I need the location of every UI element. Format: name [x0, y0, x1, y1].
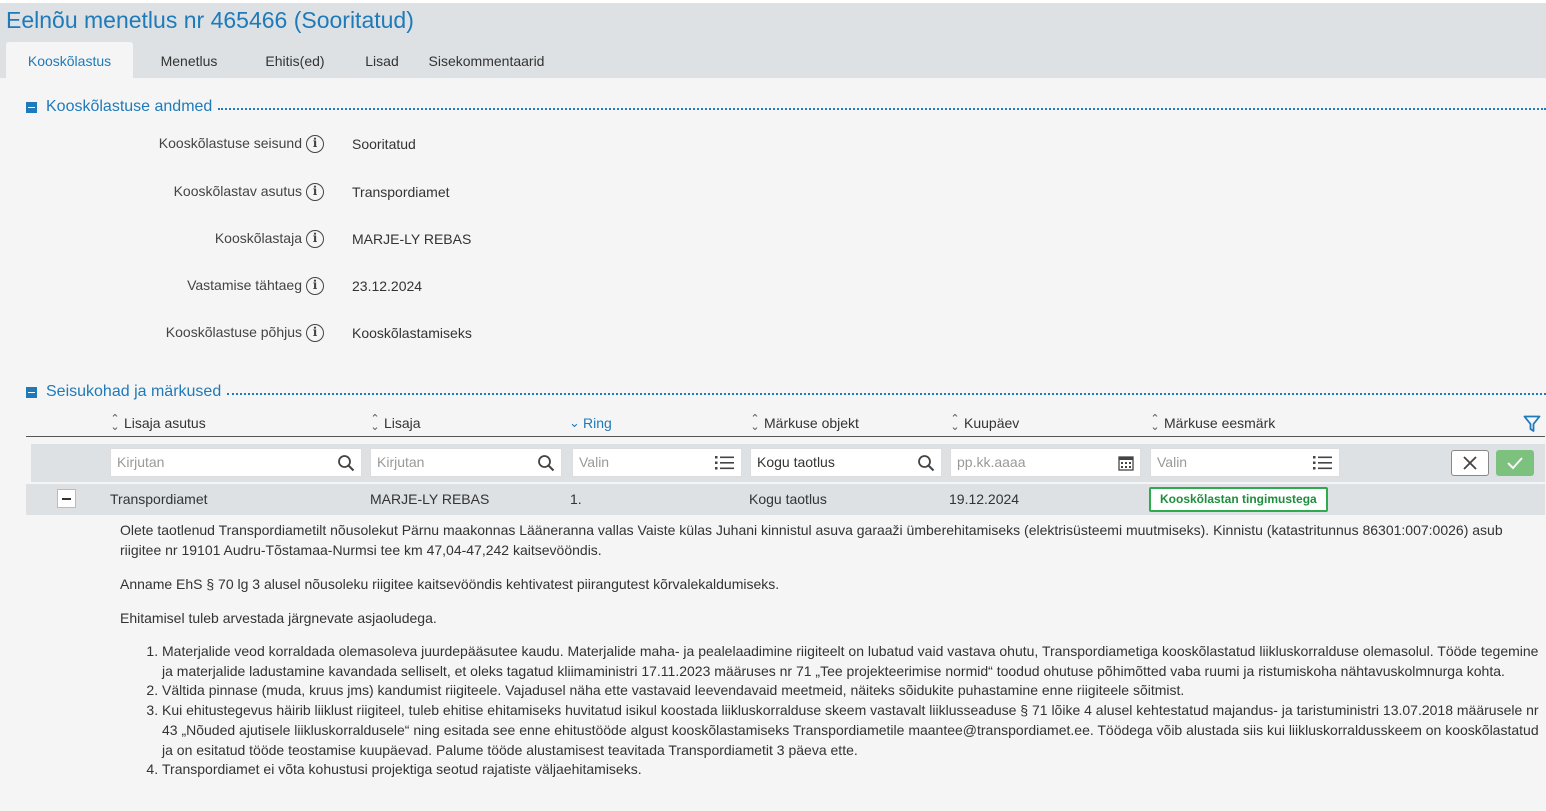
details-section-header: Kooskõlastuse andmed [26, 97, 1546, 117]
status-badge: Kooskõlastan tingimustega [1149, 487, 1328, 512]
list-item: Transpordiamet ei võta kohustusi projekt… [162, 760, 1540, 780]
list-item: Vältida pinnase (muda, kruus jms) kandum… [162, 681, 1540, 701]
cell-ring: 1. [570, 491, 582, 507]
column-header-ring[interactable]: ⌄ Ring [569, 414, 612, 432]
sort-icon: ⌃ ⌄ [1150, 413, 1160, 433]
field-value: MARJE-LY REBAS [352, 231, 472, 247]
column-label: Kuupäev [964, 415, 1020, 431]
placeholder: Valin [1157, 454, 1188, 470]
column-label: Märkuse eesmärk [1164, 415, 1276, 431]
field-value: Kooskõlastamiseks [352, 325, 472, 341]
collapse-row-button[interactable] [57, 489, 76, 508]
list-icon [1313, 456, 1332, 470]
field-label: Kooskõlastuse põhjus [165, 324, 302, 340]
cell-kuupaev: 19.12.2024 [949, 491, 1020, 507]
field-label: Kooskõlastaja [214, 230, 302, 246]
filter-lisaja-input[interactable]: Kirjutan [370, 448, 562, 477]
sort-icon: ⌃ ⌄ [370, 413, 380, 433]
placeholder: Valin [579, 454, 610, 470]
info-circle-icon[interactable]: i [306, 135, 324, 153]
list-icon [715, 456, 734, 470]
comment-list: Materjalide veod korraldada olemasoleva … [162, 642, 1540, 780]
tab-sisekommentaarid[interactable]: Sisekommentaarid [419, 42, 554, 81]
comment-paragraph: Anname EhS § 70 lg 3 alusel nõusoleku ri… [120, 576, 780, 592]
search-icon[interactable] [917, 454, 935, 472]
column-label: Lisaja [384, 415, 421, 431]
clear-filters-button[interactable] [1451, 450, 1489, 476]
search-icon[interactable] [537, 454, 555, 472]
field-label: Kooskõlastav asutus [173, 183, 302, 199]
list-item: Materjalide veod korraldada olemasoleva … [162, 642, 1540, 681]
filter-value: Kogu taotlus [757, 454, 835, 470]
tab-bar: Kooskõlastus Menetlus Ehitis(ed) Lisad S… [6, 42, 554, 81]
details-section-title: Kooskõlastuse andmed [46, 98, 213, 115]
collapse-remarks-icon[interactable] [26, 386, 37, 398]
info-circle-icon[interactable]: i [306, 183, 324, 201]
field-label: Vastamise tähtaeg [187, 277, 302, 293]
filter-asutus-input[interactable]: Kirjutan [110, 448, 362, 477]
cell-lisaja: MARJE-LY REBAS [370, 491, 490, 507]
filter-objekt-input[interactable]: Kogu taotlus [750, 448, 942, 477]
field-value: Transpordiamet [352, 184, 450, 200]
placeholder: Kirjutan [117, 454, 165, 470]
apply-filters-button[interactable] [1496, 450, 1534, 476]
column-header-objekt[interactable]: ⌃ ⌄ Märkuse objekt [750, 413, 859, 433]
info-circle-icon[interactable]: i [306, 324, 324, 342]
tab-kooskolastus[interactable]: Kooskõlastus [6, 42, 133, 81]
filter-eesmark-select[interactable]: Valin [1150, 448, 1340, 477]
tab-menetlus[interactable]: Menetlus [133, 42, 245, 81]
field-pohjus: Kooskõlastuse põhjus i Kooskõlastamiseks [0, 322, 800, 346]
field-kooskolastaja: Kooskõlastaja i MARJE-LY REBAS [0, 228, 800, 252]
cell-objekt: Kogu taotlus [749, 491, 827, 507]
tab-lisad[interactable]: Lisad [345, 42, 419, 81]
filter-kuupaev-input[interactable]: pp.kk.aaaa [950, 448, 1141, 477]
field-value: 23.12.2024 [352, 278, 423, 294]
filter-icon[interactable] [1523, 415, 1541, 433]
remarks-section-header: Seisukohad ja märkused [26, 382, 1546, 402]
chevron-down-icon: ⌄ [569, 415, 580, 430]
header-bar: Eelnõu menetlus nr 465466 (Sooritatud) K… [0, 0, 1546, 81]
column-header-eesmark[interactable]: ⌃ ⌄ Märkuse eesmärk [1150, 413, 1276, 433]
info-circle-icon[interactable]: i [306, 230, 324, 248]
list-item: Kui ehitustegevus häirib liiklust riigit… [162, 701, 1540, 760]
placeholder: pp.kk.aaaa [957, 454, 1026, 470]
tab-ehitised[interactable]: Ehitis(ed) [245, 42, 345, 81]
search-icon[interactable] [337, 454, 355, 472]
column-label: Ring [583, 415, 612, 431]
section-divider [218, 108, 1546, 110]
filter-ring-select[interactable]: Valin [572, 448, 742, 477]
check-icon [1507, 457, 1523, 470]
field-label: Kooskõlastuse seisund [158, 135, 302, 151]
column-label: Lisaja asutus [124, 415, 206, 431]
column-header-asutus[interactable]: ⌃ ⌄ Lisaja asutus [110, 413, 206, 433]
close-icon [1463, 456, 1477, 470]
info-circle-icon[interactable]: i [306, 277, 324, 295]
field-asutus: Kooskõlastav asutus i Transpordiamet [0, 181, 800, 205]
sort-icon: ⌃ ⌄ [750, 413, 760, 433]
field-value: Sooritatud [352, 136, 416, 152]
remark-comment: Olete taotlenud Transpordiametilt nõusol… [120, 520, 1540, 780]
remarks-section-title: Seisukohad ja märkused [46, 383, 222, 400]
comment-paragraph: Ehitamisel tuleb arvestada järgnevate as… [120, 610, 437, 626]
column-label: Märkuse objekt [764, 415, 859, 431]
collapse-details-icon[interactable] [26, 101, 37, 113]
page-title: Eelnõu menetlus nr 465466 (Sooritatud) [6, 7, 414, 33]
sort-icon: ⌃ ⌄ [950, 413, 960, 433]
field-tahtaeg: Vastamise tähtaeg i 23.12.2024 [0, 275, 800, 299]
field-seisund: Kooskõlastuse seisund i Sooritatud [0, 133, 800, 157]
section-divider [227, 393, 1546, 395]
header-divider [26, 436, 1545, 437]
sort-icon: ⌃ ⌄ [110, 413, 120, 433]
comment-paragraph: Olete taotlenud Transpordiametilt nõusol… [120, 522, 1503, 558]
calendar-icon[interactable] [1118, 455, 1134, 471]
column-header-kuupaev[interactable]: ⌃ ⌄ Kuupäev [950, 413, 1020, 433]
placeholder: Kirjutan [377, 454, 425, 470]
cell-asutus: Transpordiamet [110, 491, 208, 507]
column-header-lisaja[interactable]: ⌃ ⌄ Lisaja [370, 413, 421, 433]
